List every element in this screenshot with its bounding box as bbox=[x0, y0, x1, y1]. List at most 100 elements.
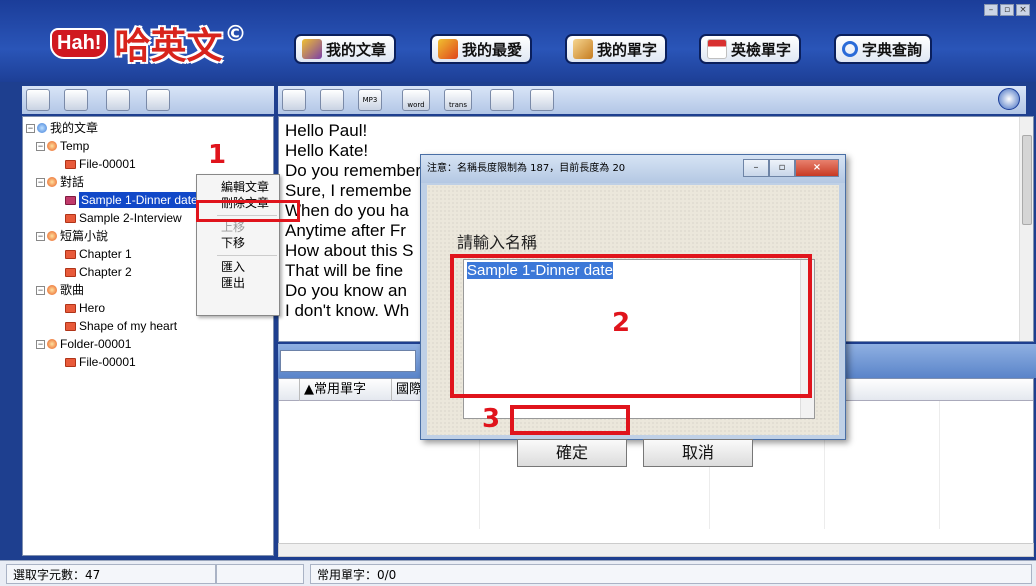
tree-node-file[interactable]: Chapter 2 bbox=[65, 264, 132, 280]
mp3-button[interactable]: MP3 bbox=[358, 89, 382, 111]
folder-icon bbox=[47, 339, 57, 349]
scroll-thumb[interactable] bbox=[1022, 135, 1032, 225]
maximize-button[interactable]: ▫ bbox=[1000, 4, 1014, 16]
minimize-button[interactable]: – bbox=[984, 4, 998, 16]
ok-button[interactable]: 確定 bbox=[517, 439, 627, 467]
collapse-icon[interactable]: − bbox=[36, 339, 45, 349]
nav-dictionary-button[interactable]: 字典查詢 bbox=[834, 34, 933, 64]
status-bar: 選取字元數：47 常用單字：0/0 bbox=[0, 560, 1036, 586]
dialog-close-button[interactable]: × bbox=[795, 159, 839, 177]
context-menu: 編輯文章 刪除文章 上移 下移 匯入 匯出 bbox=[196, 174, 280, 316]
tree-node-label: Hero bbox=[79, 301, 106, 315]
file-icon bbox=[65, 357, 76, 367]
tree-node-label: 短篇小說 bbox=[60, 229, 109, 243]
collapse-icon[interactable]: − bbox=[36, 285, 45, 295]
collapse-icon[interactable]: − bbox=[36, 177, 45, 187]
step-number-2: 2 bbox=[612, 308, 631, 338]
column-header-common-word[interactable]: ▲常用單字 bbox=[299, 379, 391, 401]
text-scrollbar[interactable] bbox=[1019, 117, 1033, 341]
tree-node-label: Chapter 1 bbox=[79, 247, 132, 261]
nav-favorites-button[interactable]: 我的最愛 bbox=[430, 34, 533, 64]
tree-node-file[interactable]: Sample 2-Interview bbox=[65, 210, 182, 226]
edit-icon[interactable] bbox=[106, 89, 130, 111]
tree-node-folder[interactable]: − 歌曲 bbox=[36, 282, 84, 298]
tree-node-label: Temp bbox=[60, 139, 90, 153]
tree-node-root[interactable]: − 我的文章 bbox=[26, 120, 98, 136]
nav-my-articles-button[interactable]: 我的文章 bbox=[294, 34, 397, 64]
tree-node-file[interactable]: File-00001 bbox=[65, 156, 136, 172]
audio-settings-icon[interactable] bbox=[490, 89, 514, 111]
file-icon bbox=[65, 267, 76, 277]
dialog-maximize-button[interactable]: ▫ bbox=[769, 159, 795, 177]
window-controls: – ▫ × bbox=[984, 4, 1030, 16]
step-number-3: 3 bbox=[482, 404, 501, 434]
tree-node-file[interactable]: File-00001 bbox=[65, 354, 136, 370]
word-table-hscrollbar[interactable] bbox=[278, 543, 1034, 557]
cancel-button[interactable]: 取消 bbox=[643, 439, 753, 467]
abc-book-icon bbox=[302, 39, 322, 59]
tree-node-file[interactable]: Hero bbox=[65, 300, 105, 316]
app-logo: Hah! 哈英文 © bbox=[50, 18, 246, 68]
grid-line bbox=[939, 401, 940, 529]
file-icon bbox=[65, 159, 76, 169]
tree-node-file-selected[interactable]: Sample 1-Dinner date bbox=[65, 192, 200, 208]
tree-node-folder[interactable]: − Temp bbox=[36, 138, 89, 154]
tree-node-folder[interactable]: − 對話 bbox=[36, 174, 84, 190]
copy-icon[interactable] bbox=[64, 89, 88, 111]
dialog-title-text: 注意：名稱長度限制為 187，目前長度為 20 bbox=[427, 163, 626, 174]
check-icon[interactable] bbox=[146, 89, 170, 111]
box-icon bbox=[573, 39, 593, 59]
info-icon[interactable] bbox=[998, 88, 1020, 110]
status-selected-count: 選取字元數：47 bbox=[6, 564, 216, 584]
tree-node-file[interactable]: Chapter 1 bbox=[65, 246, 132, 262]
text-toolbar: MP3 word trans bbox=[278, 86, 1026, 114]
flag-icon bbox=[438, 39, 458, 59]
new-doc-icon[interactable] bbox=[26, 89, 50, 111]
logo-hah: Hah! bbox=[50, 27, 109, 59]
tree-node-label: 我的文章 bbox=[50, 121, 99, 135]
word-button[interactable]: word bbox=[402, 89, 430, 111]
tree-node-label: File-00001 bbox=[79, 157, 136, 171]
tree-node-folder[interactable]: − Folder-00001 bbox=[36, 336, 131, 352]
tree-node-label: Folder-00001 bbox=[60, 337, 132, 351]
play-icon[interactable] bbox=[282, 89, 306, 111]
tree-node-file[interactable]: Shape of my heart bbox=[65, 318, 177, 334]
close-button[interactable]: × bbox=[1016, 4, 1030, 16]
folder-icon bbox=[47, 141, 57, 151]
step1-highlight bbox=[196, 200, 300, 222]
collapse-icon[interactable]: − bbox=[26, 123, 35, 133]
dialog-minimize-button[interactable]: – bbox=[743, 159, 769, 177]
nav-exam-words-button[interactable]: 英檢單字 bbox=[699, 34, 802, 64]
status-common-words: 常用單字：0/0 bbox=[310, 564, 1032, 584]
tree-node-label: File-00001 bbox=[79, 355, 136, 369]
nav-label: 我的單字 bbox=[597, 40, 658, 59]
book-icon[interactable] bbox=[530, 89, 554, 111]
text-line: Hello Paul! bbox=[285, 121, 368, 140]
tree-node-label: Sample 1-Dinner date bbox=[79, 192, 200, 208]
file-icon bbox=[65, 213, 76, 223]
app-header: Hah! 哈英文 © 我的文章 我的最愛 我的單字 英檢單字 字典查詢 – ▫ … bbox=[0, 0, 1036, 82]
menu-item-export[interactable]: 匯出 bbox=[221, 275, 245, 291]
menu-item-edit-article[interactable]: 編輯文章 bbox=[221, 179, 269, 195]
menu-item-move-down[interactable]: 下移 bbox=[221, 235, 245, 251]
prev-icon[interactable] bbox=[320, 89, 344, 111]
tree-node-folder[interactable]: − 短篇小說 bbox=[36, 228, 108, 244]
trans-button[interactable]: trans bbox=[444, 89, 472, 111]
file-icon bbox=[65, 249, 76, 259]
menu-separator bbox=[217, 255, 277, 256]
dialog-window-controls: – ▫ × bbox=[743, 159, 839, 177]
collapse-icon[interactable]: − bbox=[36, 141, 45, 151]
collapse-icon[interactable]: − bbox=[36, 231, 45, 241]
tree-node-label: Chapter 2 bbox=[79, 265, 132, 279]
file-icon bbox=[65, 303, 76, 313]
nav-label: 我的最愛 bbox=[462, 40, 523, 59]
dialog-prompt: 請輸入名稱 bbox=[457, 233, 538, 252]
nav-label: 英檢單字 bbox=[731, 40, 792, 59]
menu-item-import[interactable]: 匯入 bbox=[221, 259, 245, 275]
nav-label: 字典查詢 bbox=[862, 40, 923, 59]
folder-icon bbox=[47, 177, 57, 187]
root-icon bbox=[37, 123, 47, 133]
nav-my-words-button[interactable]: 我的單字 bbox=[565, 34, 668, 64]
step3-highlight bbox=[510, 405, 630, 435]
word-search-input[interactable] bbox=[280, 350, 416, 372]
